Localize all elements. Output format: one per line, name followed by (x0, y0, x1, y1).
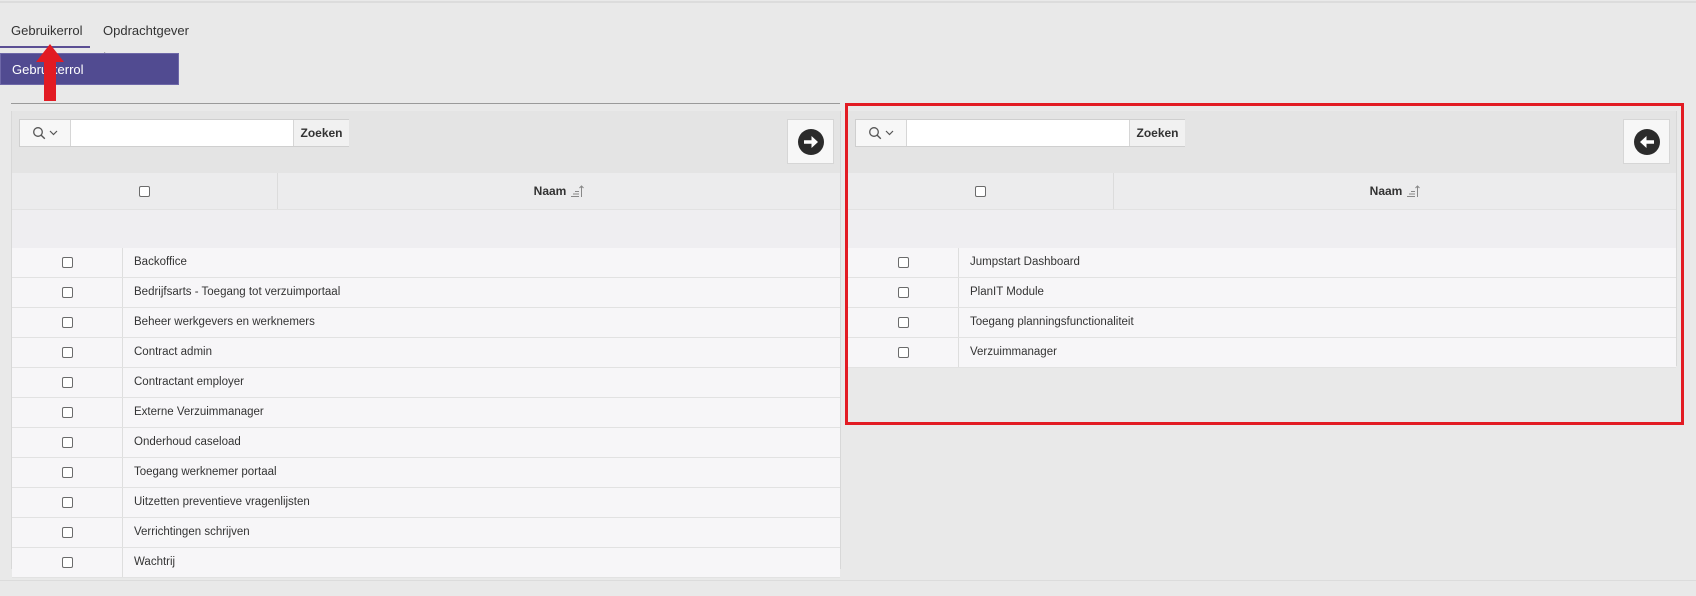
left-rows: Backoffice Bedrijfsarts - Toegang tot ver… (12, 248, 840, 578)
gebruikerrol-section-button[interactable]: Gebruikerrol (0, 53, 179, 85)
table-row[interactable]: Uitzetten preventieve vragenlijsten (12, 488, 840, 518)
table-row[interactable]: Bedrijfsarts - Toegang tot verzuimportaa… (12, 278, 840, 308)
search-icon (33, 127, 46, 140)
sort-icon (571, 185, 585, 197)
chevron-down-icon (49, 130, 58, 136)
row-checkbox[interactable] (61, 287, 73, 298)
row-checkbox[interactable] (61, 497, 73, 508)
row-checkbox[interactable] (61, 407, 73, 418)
row-checkbox-cell (12, 458, 123, 487)
left-select-all-checkbox[interactable] (139, 185, 150, 197)
row-name: Beheer werkgevers en werknemers (134, 316, 315, 328)
arrow-right-circle-icon (797, 128, 824, 155)
section-divider (11, 103, 840, 104)
row-checkbox[interactable] (61, 377, 73, 388)
row-name: Wachtrij (134, 556, 176, 568)
row-name: Backoffice (134, 256, 187, 268)
table-row[interactable]: Externe Verzuimmanager (12, 398, 840, 428)
row-name: Contractant employer (134, 376, 244, 388)
red-arrow-annotation (36, 44, 64, 101)
left-name-column-header[interactable]: Naam (278, 173, 840, 209)
move-right-button[interactable] (787, 119, 834, 164)
row-name: Verrichtingen schrijven (134, 526, 250, 538)
table-row[interactable]: Wachtrij (12, 548, 840, 578)
row-checkbox-cell (12, 338, 123, 367)
row-checkbox[interactable] (61, 527, 73, 538)
row-checkbox-cell (12, 488, 123, 517)
bottom-divider (0, 580, 1696, 581)
tab-opdrachtgever-teams[interactable]: Opdrachtgever teams (101, 18, 191, 64)
left-search-options-dropdown[interactable] (20, 120, 71, 146)
table-row[interactable]: Contractant employer (12, 368, 840, 398)
row-name: Externe Verzuimmanager (134, 406, 264, 418)
left-search-input[interactable] (71, 120, 292, 146)
row-checkbox-cell (12, 398, 123, 427)
row-name: Toegang werknemer portaal (134, 466, 277, 478)
row-checkbox[interactable] (61, 557, 73, 568)
row-checkbox[interactable] (61, 317, 73, 328)
row-checkbox-cell (12, 278, 123, 307)
row-name: Bedrijfsarts - Toegang tot verzuimportaa… (134, 286, 341, 298)
row-checkbox-cell (12, 428, 123, 457)
row-name: Contract admin (134, 346, 212, 358)
left-select-all-cell (12, 173, 278, 209)
available-roles-panel: Zoeken Naam Backoffice Bedrijfsarts - Toe… (11, 111, 841, 578)
table-row[interactable]: Toegang werknemer portaal (12, 458, 840, 488)
left-filter-row (12, 210, 840, 249)
left-grid-header: Naam (12, 173, 840, 210)
row-checkbox-cell (12, 248, 123, 277)
row-checkbox[interactable] (61, 347, 73, 358)
row-checkbox[interactable] (61, 437, 73, 448)
table-row[interactable]: Onderhoud caseload (12, 428, 840, 458)
top-divider (0, 1, 1696, 3)
table-row[interactable]: Contract admin (12, 338, 840, 368)
row-checkbox[interactable] (61, 257, 73, 268)
left-toolbar: Zoeken (12, 111, 840, 173)
table-row[interactable]: Verrichtingen schrijven (12, 518, 840, 548)
row-checkbox-cell (12, 368, 123, 397)
left-search-button[interactable]: Zoeken (293, 120, 349, 146)
left-search-box: Zoeken (19, 119, 349, 147)
row-name: Uitzetten preventieve vragenlijsten (134, 496, 310, 508)
row-name: Onderhoud caseload (134, 436, 241, 448)
highlight-box (845, 103, 1684, 425)
row-checkbox[interactable] (61, 467, 73, 478)
row-checkbox-cell (12, 548, 123, 577)
row-checkbox-cell (12, 308, 123, 337)
table-row[interactable]: Backoffice (12, 248, 840, 278)
row-checkbox-cell (12, 518, 123, 547)
name-column-label: Naam (533, 184, 567, 198)
table-row[interactable]: Beheer werkgevers en werknemers (12, 308, 840, 338)
